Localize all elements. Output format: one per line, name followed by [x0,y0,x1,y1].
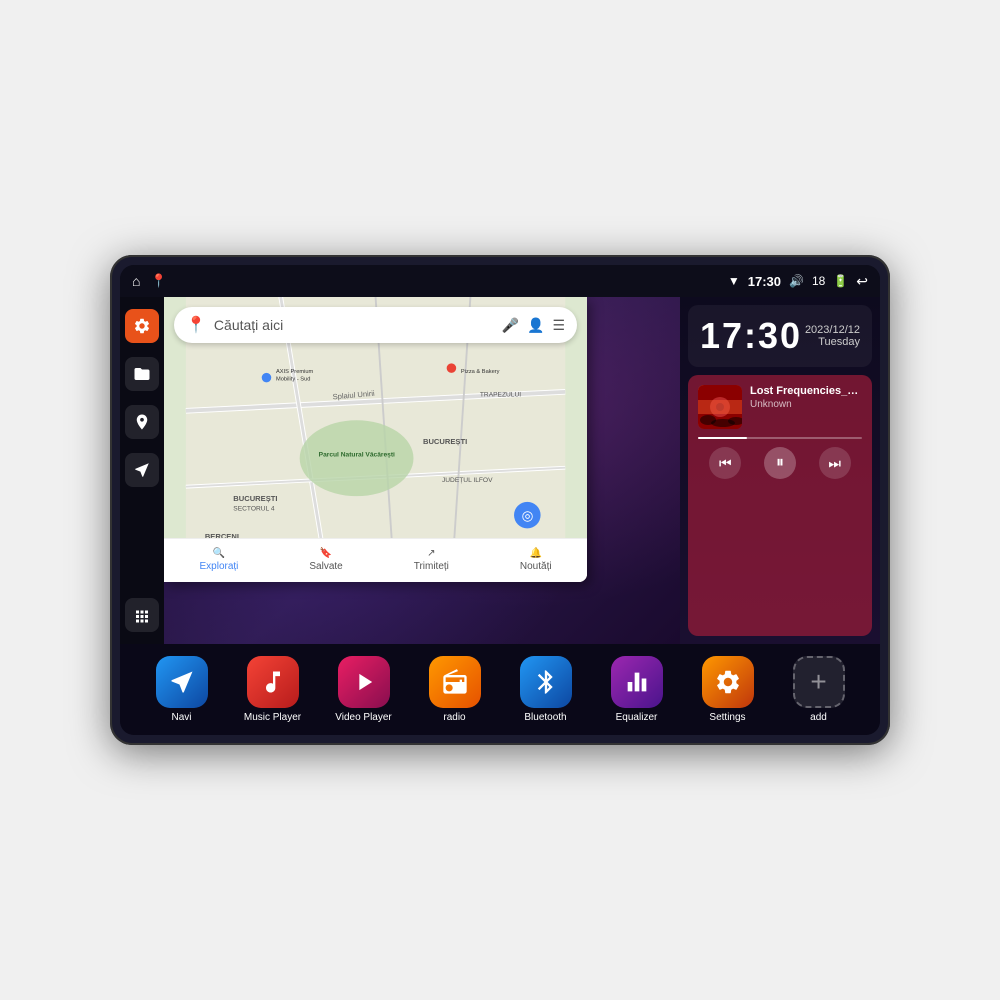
sidebar-grid-icon[interactable] [125,598,159,632]
bluetooth-icon [520,656,572,708]
add-icon: + [793,656,845,708]
pause-button[interactable]: ⏸ [764,447,796,479]
app-settings[interactable]: Settings [698,656,758,723]
clock-widget: 17:30 2023/12/12 Tuesday [688,305,872,367]
news-icon: 🔔 [530,548,542,559]
map-search-text[interactable]: Căutați aici [214,317,494,333]
center-area: 📍 Căutați aici 🎤 👤 ☰ [164,297,680,644]
home-icon[interactable]: ⌂ [132,273,140,289]
status-bar: ⌂ 📍 ▼ 17:30 🔊 18 🔋 ↩ [120,265,880,297]
map-search-bar: 📍 Căutați aici 🎤 👤 ☰ [174,307,577,343]
music-player-label: Music Player [244,712,301,723]
status-time: 17:30 [748,274,781,289]
app-equalizer[interactable]: Equalizer [607,656,667,723]
explore-icon: 🔍 [213,548,225,559]
device-screen: ⌂ 📍 ▼ 17:30 🔊 18 🔋 ↩ [120,265,880,735]
bluetooth-label: Bluetooth [524,712,566,723]
music-player-icon [247,656,299,708]
map-menu-icon[interactable]: ☰ [553,317,566,334]
svg-text:SECTORUL 4: SECTORUL 4 [233,505,275,512]
svg-text:◎: ◎ [522,508,534,523]
music-info-row: Lost Frequencies_Janie... Unknown [698,385,862,429]
album-art-inner [698,385,742,429]
status-right: ▼ 17:30 🔊 18 🔋 ↩ [728,273,868,290]
right-panel: 17:30 2023/12/12 Tuesday [680,297,880,644]
equalizer-icon [611,656,663,708]
battery-level: 18 [812,274,825,288]
svg-text:BUCUREȘTI: BUCUREȘTI [423,437,467,446]
google-maps-icon: 📍 [186,315,206,335]
music-progress-fill [698,437,747,439]
map-tab-saved[interactable]: 🔖 Salvate [309,548,342,572]
app-radio[interactable]: radio [425,656,485,723]
map-bottom-bar: 🔍 Explorați 🔖 Salvate ↗ Trimiteți 🔔 [164,538,587,582]
map-overlay[interactable]: 📍 Căutați aici 🎤 👤 ☰ [164,297,587,582]
svg-text:AXIS Premium: AXIS Premium [276,369,314,375]
settings-label: Settings [709,712,745,723]
svg-text:Mobility - Sud: Mobility - Sud [276,376,310,382]
navi-label: Navi [171,712,191,723]
sidebar-map-icon[interactable] [125,405,159,439]
app-video-player[interactable]: Video Player [334,656,394,723]
radio-label: radio [443,712,465,723]
clock-date-text: 2023/12/12 [805,324,860,336]
sidebar [120,297,164,644]
sidebar-navigation-icon[interactable] [125,453,159,487]
next-track-button[interactable]: ⏭ [819,447,851,479]
app-add[interactable]: + add [789,656,849,723]
sidebar-folder-icon[interactable] [125,357,159,391]
app-navi[interactable]: Navi [152,656,212,723]
equalizer-label: Equalizer [616,712,658,723]
battery-icon: 🔋 [833,274,848,288]
app-grid: Navi Music Player [136,656,864,723]
main-content: 📍 Căutați aici 🎤 👤 ☰ [120,297,880,644]
status-left: ⌂ 📍 [132,273,167,289]
video-player-icon [338,656,390,708]
map-tab-explore[interactable]: 🔍 Explorați [199,548,238,572]
prev-track-button[interactable]: ⏮ [709,447,741,479]
clock-day-text: Tuesday [805,336,860,348]
music-text: Lost Frequencies_Janie... Unknown [750,385,860,410]
wifi-icon: ▼ [728,274,740,288]
music-widget: Lost Frequencies_Janie... Unknown ⏮ ⏸ ⏭ [688,375,872,636]
map-pin-icon[interactable]: 📍 [150,273,166,289]
saved-icon: 🔖 [320,548,332,559]
app-grid-area: Navi Music Player [120,644,880,735]
device-frame: ⌂ 📍 ▼ 17:30 🔊 18 🔋 ↩ [110,255,890,745]
share-icon: ↗ [427,548,435,559]
map-tab-share[interactable]: ↗ Trimiteți [414,548,449,572]
navi-icon [156,656,208,708]
music-progress-track[interactable] [698,437,862,439]
app-bluetooth[interactable]: Bluetooth [516,656,576,723]
clock-time: 17:30 [700,315,802,357]
map-tab-news[interactable]: 🔔 Noutăți [520,548,552,572]
back-icon[interactable]: ↩ [856,273,868,290]
speaker-icon: 🔊 [789,274,804,288]
clock-date: 2023/12/12 Tuesday [805,324,860,348]
account-icon[interactable]: 👤 [527,317,544,334]
svg-text:Pizza & Bakery: Pizza & Bakery [461,369,500,375]
music-controls: ⏮ ⏸ ⏭ [698,447,862,479]
svg-text:JUDEȚUL ILFOV: JUDEȚUL ILFOV [442,477,493,484]
svg-text:Parcul Natural Văcărești: Parcul Natural Văcărești [319,451,395,458]
music-album-art [698,385,742,429]
add-label: add [810,712,827,723]
sidebar-settings-icon[interactable] [125,309,159,343]
video-player-label: Video Player [335,712,392,723]
mic-icon[interactable]: 🎤 [502,317,519,334]
settings-app-icon [702,656,754,708]
svg-text:TRAPEZULUI: TRAPEZULUI [480,392,521,399]
app-music-player[interactable]: Music Player [243,656,303,723]
svg-text:BUCUREȘTI: BUCUREȘTI [233,494,277,503]
music-artist: Unknown [750,399,860,410]
music-title: Lost Frequencies_Janie... [750,385,860,397]
radio-icon [429,656,481,708]
